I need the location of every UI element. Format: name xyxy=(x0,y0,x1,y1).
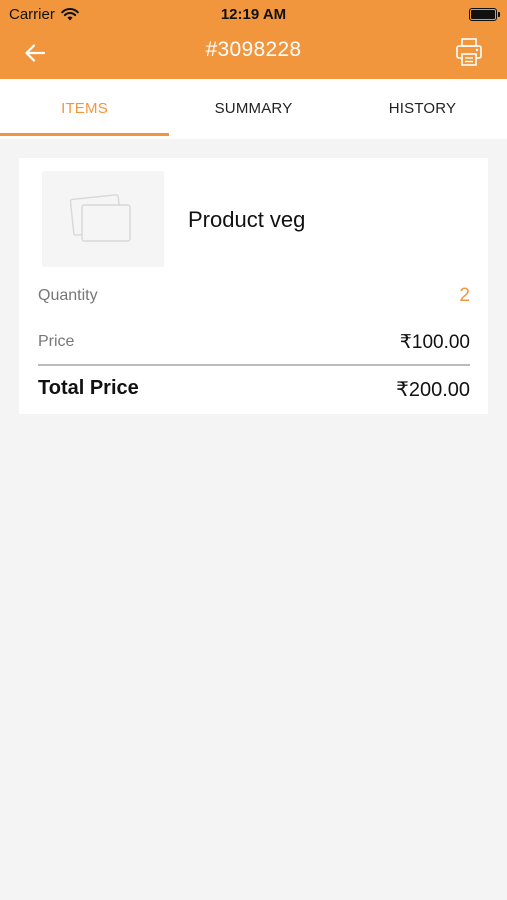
price-label: Price xyxy=(38,333,75,350)
battery-icon xyxy=(469,8,500,21)
quantity-row: Quantity 2 xyxy=(38,285,470,306)
tab-bar: ITEMS SUMMARY HISTORY xyxy=(0,79,507,139)
page-title: #3098228 xyxy=(205,38,302,61)
product-image xyxy=(42,171,164,267)
quantity-label: Quantity xyxy=(38,287,98,304)
price-row: Price ₹100.00 xyxy=(38,332,470,353)
status-time: 12:19 AM xyxy=(220,6,287,23)
header-bar: Carrier 12:19 AM #3098228 xyxy=(0,0,507,79)
divider xyxy=(38,364,470,366)
item-card: Product veg Quantity 2 Price ₹100.00 Tot… xyxy=(19,158,488,414)
total-label: Total Price xyxy=(38,377,139,399)
tab-history[interactable]: HISTORY xyxy=(338,79,507,139)
product-name: Product veg xyxy=(188,207,306,232)
price-value: ₹100.00 xyxy=(399,332,470,353)
printer-icon[interactable] xyxy=(455,37,483,67)
status-bar: Carrier 12:19 AM xyxy=(0,0,507,28)
total-value: ₹200.00 xyxy=(396,379,470,401)
quantity-value: 2 xyxy=(459,285,470,306)
tab-items[interactable]: ITEMS xyxy=(0,79,169,139)
total-row: Total Price ₹200.00 xyxy=(38,377,470,401)
image-placeholder-icon xyxy=(70,194,131,242)
tab-summary[interactable]: SUMMARY xyxy=(169,79,338,139)
